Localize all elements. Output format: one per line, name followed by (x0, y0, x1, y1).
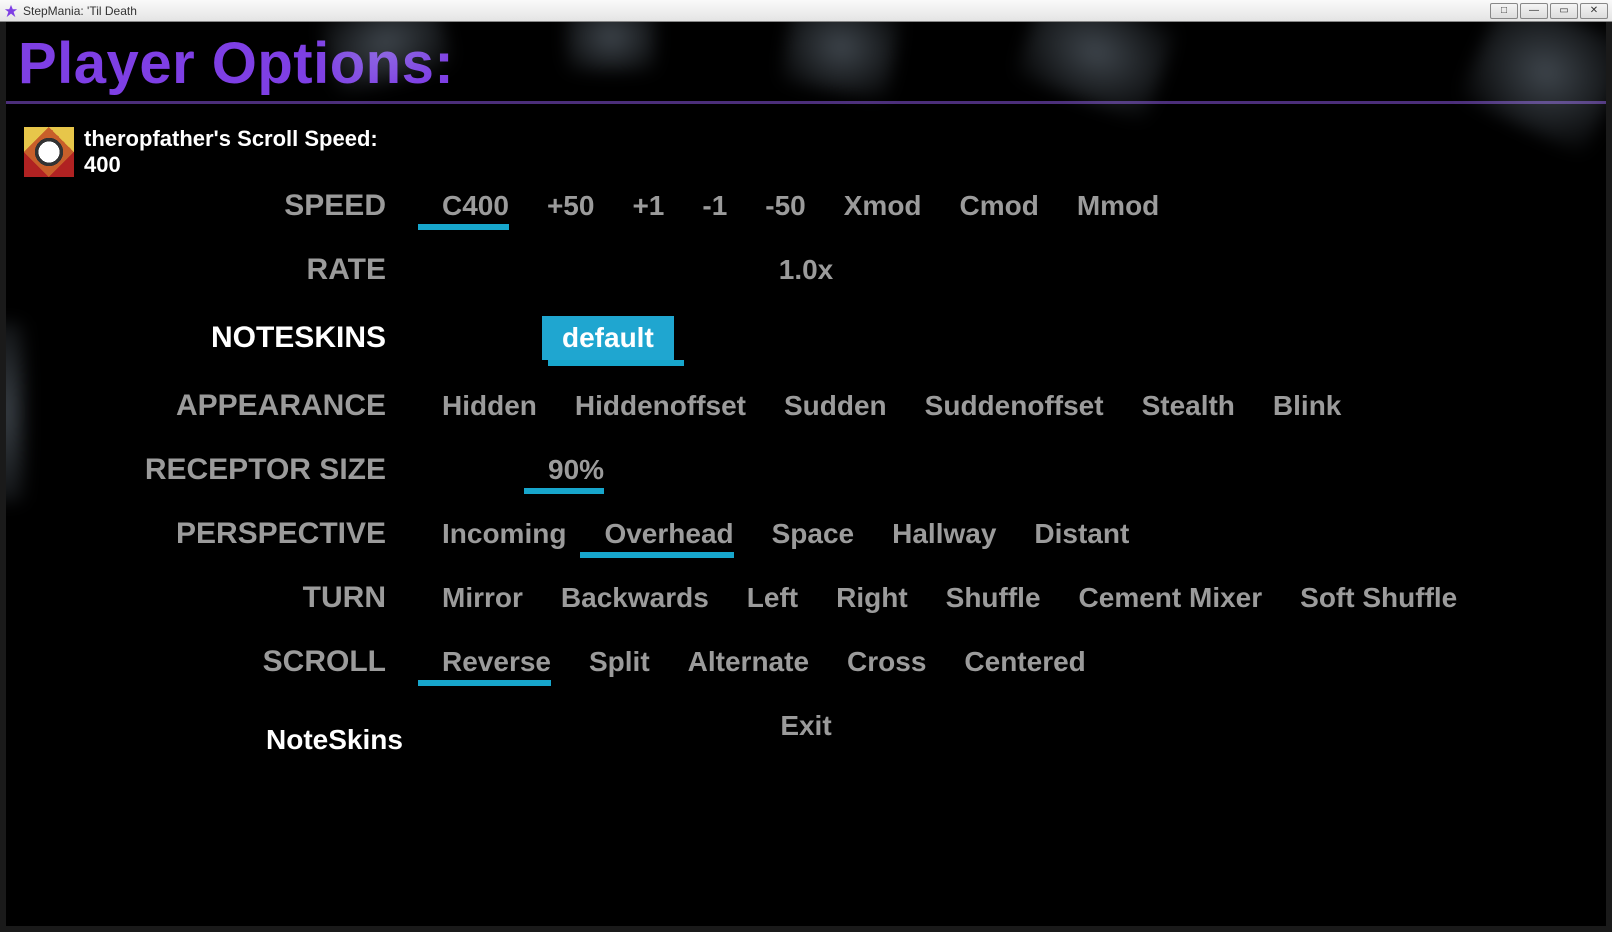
row-label-turn[interactable]: TURN (6, 582, 436, 614)
options-grid: SPEEDC400 +50 +1 -1 -50 Xmod Cmod Mmod RATE 1.0x N… (6, 188, 1606, 744)
page-title: Player Options: (6, 22, 1606, 97)
row-label-rate[interactable]: RATE (6, 254, 436, 286)
option-turn-shuffle[interactable]: Shuffle (940, 580, 1047, 616)
row-label-noteskins[interactable]: NOTESKINS (6, 322, 436, 354)
option-appearance-suddenoffset[interactable]: Suddenoffset (919, 388, 1110, 424)
row-values-speed: C400 +50 +1 -1 -50 Xmod Cmod Mmod (436, 188, 1606, 224)
option-turn-right[interactable]: Right (830, 580, 914, 616)
row-values-noteskins: default (436, 316, 1606, 360)
option-scroll-centered[interactable]: Centered (958, 644, 1091, 680)
option-appearance-blink[interactable]: Blink (1267, 388, 1347, 424)
option-noteskins-default[interactable]: default (542, 316, 674, 360)
option-rate-rate1[interactable]: 1.0x (773, 252, 840, 288)
row-label-receptor[interactable]: RECEPTOR SIZE (6, 454, 436, 486)
app-icon (4, 4, 18, 18)
option-perspective-overhead[interactable]: Overhead (598, 516, 739, 552)
row-values-turn: Mirror Backwards Left Right Shuffle Cement Mi… (436, 580, 1606, 616)
window-close-button[interactable]: ✕ (1580, 3, 1608, 19)
option-perspective-hallway[interactable]: Hallway (886, 516, 1002, 552)
game-area: Player Options: theropfather's Scroll Sp… (6, 22, 1606, 926)
option-scroll-split[interactable]: Split (583, 644, 656, 680)
option-turn-backwards[interactable]: Backwards (555, 580, 715, 616)
row-label-speed[interactable]: SPEED (6, 190, 436, 222)
option-speed-mmod[interactable]: Mmod (1071, 188, 1165, 224)
option-appearance-sudden[interactable]: Sudden (778, 388, 893, 424)
row-label-appearance[interactable]: APPEARANCE (6, 390, 436, 422)
option-turn-cement[interactable]: Cement Mixer (1073, 580, 1269, 616)
option-speed-p1[interactable]: +1 (626, 188, 670, 224)
option-exit[interactable]: Exit (774, 708, 837, 744)
row-values-rate: 1.0x (436, 252, 1606, 288)
option-perspective-incoming[interactable]: Incoming (436, 516, 572, 552)
option-scroll-alternate[interactable]: Alternate (682, 644, 815, 680)
window-minimize-button[interactable]: — (1520, 3, 1548, 19)
window-ghost-button[interactable]: □ (1490, 3, 1518, 19)
player-scroll-speed-value: 400 (84, 152, 378, 178)
option-perspective-space[interactable]: Space (766, 516, 861, 552)
option-speed-xmod[interactable]: Xmod (838, 188, 928, 224)
row-values-scroll: Reverse Split Alternate Cross Centered (436, 644, 1606, 680)
window-title: StepMania: 'Til Death (23, 4, 137, 18)
option-perspective-distant[interactable]: Distant (1028, 516, 1135, 552)
option-speed-m50[interactable]: -50 (759, 188, 811, 224)
row-values-appearance: Hidden Hiddenoffset Sudden Suddenoffset Stea… (436, 388, 1606, 424)
player-avatar (24, 127, 74, 177)
option-speed-cmod[interactable]: Cmod (954, 188, 1045, 224)
option-turn-left[interactable]: Left (741, 580, 804, 616)
window-maximize-button[interactable]: ▭ (1550, 3, 1578, 19)
option-speed-p50[interactable]: +50 (541, 188, 601, 224)
player-info: theropfather's Scroll Speed: 400 (6, 104, 1606, 178)
row-values-exit: Exit (436, 708, 1606, 744)
row-values-perspective: Incoming Overhead Space Hallway Distant (436, 516, 1606, 552)
window-titlebar: StepMania: 'Til Death □ — ▭ ✕ (0, 0, 1612, 22)
option-appearance-hidden[interactable]: Hidden (436, 388, 543, 424)
row-values-receptor: 90% (436, 452, 1606, 488)
option-appearance-hiddenoffset[interactable]: Hiddenoffset (569, 388, 752, 424)
player-scroll-speed-label: theropfather's Scroll Speed: (84, 126, 378, 152)
option-speed-m1[interactable]: -1 (696, 188, 733, 224)
option-appearance-stealth[interactable]: Stealth (1136, 388, 1241, 424)
option-turn-softshuffle[interactable]: Soft Shuffle (1294, 580, 1463, 616)
row-label-scroll[interactable]: SCROLL (6, 646, 436, 678)
option-scroll-reverse[interactable]: Reverse (436, 644, 557, 680)
option-turn-mirror[interactable]: Mirror (436, 580, 529, 616)
option-receptor-r90[interactable]: 90% (542, 452, 610, 488)
footer-description: NoteSkins (266, 724, 403, 756)
option-scroll-cross[interactable]: Cross (841, 644, 932, 680)
option-speed-c400[interactable]: C400 (436, 188, 515, 224)
row-label-perspective[interactable]: PERSPECTIVE (6, 518, 436, 550)
